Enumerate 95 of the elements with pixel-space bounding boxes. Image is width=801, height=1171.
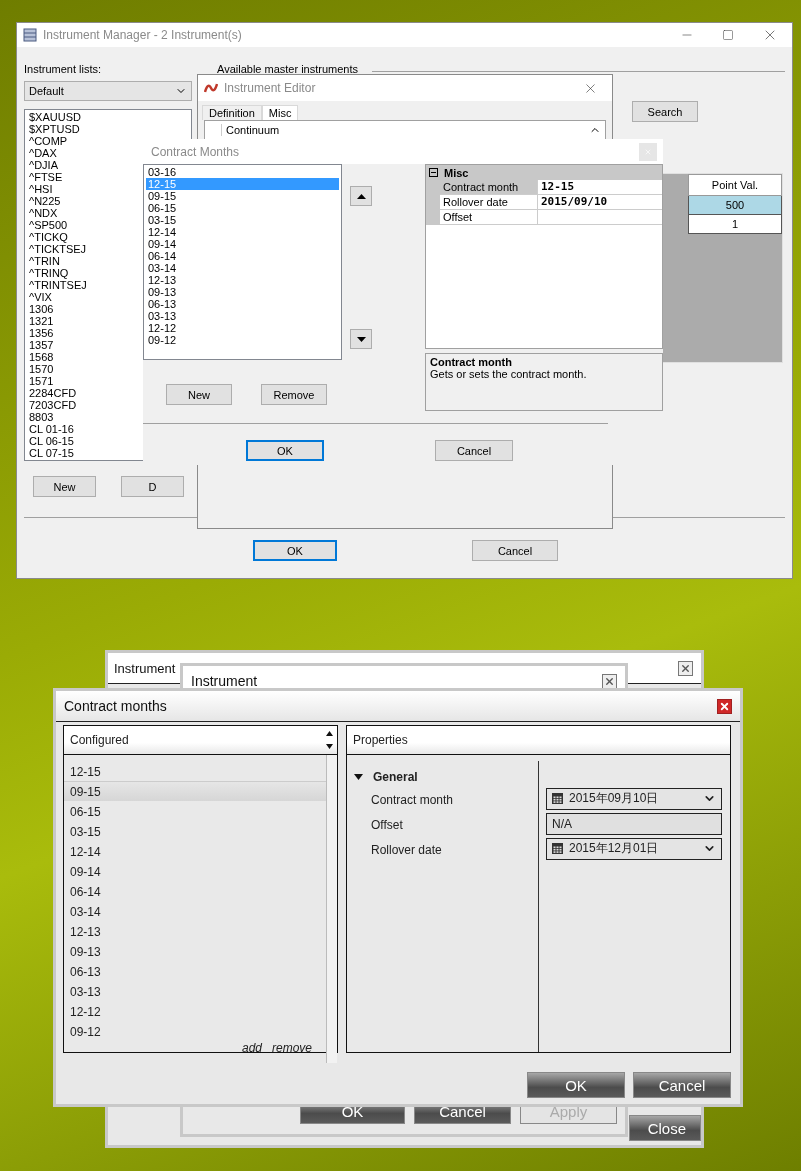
month-item[interactable]: 09-13 (64, 941, 326, 961)
close-icon (680, 662, 691, 674)
logo-icon (204, 82, 218, 94)
database-icon (23, 28, 37, 42)
expanded-caret-icon[interactable] (354, 774, 363, 780)
list-button[interactable]: New (166, 384, 232, 405)
instrument-item[interactable]: $XAUUSD (27, 111, 189, 123)
close-window-button[interactable]: Close (629, 1115, 701, 1141)
tab[interactable]: Misc (261, 105, 299, 120)
property-value[interactable]: 12-15 (537, 180, 662, 195)
month-item[interactable]: 03-13 (64, 981, 326, 1001)
month-item[interactable]: 12-15 (64, 761, 326, 781)
month-item[interactable]: 12-12 (64, 1001, 326, 1021)
close-button[interactable] (678, 660, 693, 676)
date-picker[interactable]: 2015年12月01日 (546, 837, 722, 860)
list-dropdown[interactable]: Default (24, 81, 192, 101)
month-item[interactable]: 03-14 (146, 262, 339, 274)
month-item[interactable]: 03-15 (146, 214, 339, 226)
move-down-button[interactable] (350, 329, 372, 349)
month-item[interactable]: 06-13 (146, 298, 339, 310)
calendar-icon (552, 843, 563, 854)
dialog-button[interactable]: OK (527, 1072, 625, 1098)
panel-title: Properties (353, 733, 408, 747)
property-name[interactable]: Contract month (440, 180, 537, 195)
list-button[interactable]: D (121, 476, 184, 497)
grid-row-label: Continuum (221, 124, 396, 136)
month-item[interactable]: 03-16 (146, 166, 339, 178)
property-name[interactable]: Rollover date (440, 195, 537, 210)
month-item[interactable]: 09-14 (64, 861, 326, 881)
window-title: Instrument (191, 673, 258, 689)
ok-button[interactable]: OK (253, 540, 337, 561)
tab[interactable]: Definition (202, 105, 262, 120)
close-button[interactable] (717, 698, 732, 714)
month-item[interactable]: 03-15 (64, 821, 326, 841)
maximize-icon[interactable] (722, 29, 734, 41)
month-item[interactable]: 09-15 (64, 781, 326, 801)
instrument-item[interactable]: $XPTUSD (27, 123, 189, 135)
scrollbar-track[interactable] (326, 755, 337, 1063)
month-item[interactable]: 12-13 (64, 921, 326, 941)
property-name: Offset (371, 817, 403, 832)
category-label: General (373, 770, 418, 784)
collapse-icon[interactable] (429, 168, 438, 177)
window-title: Instrument (114, 660, 176, 676)
month-item[interactable]: 06-15 (146, 202, 339, 214)
close-icon (719, 700, 730, 712)
panel-title: Configured (70, 733, 129, 747)
lists-label: Instrument lists: (24, 63, 103, 75)
move-up-button[interactable] (350, 186, 372, 206)
month-item[interactable]: 12-13 (146, 274, 339, 286)
property-name[interactable]: Offset (440, 210, 537, 225)
list-link[interactable]: remove (272, 1041, 312, 1055)
text-field[interactable]: N/A (546, 812, 722, 835)
calendar-icon (552, 793, 563, 804)
month-item[interactable]: 09-14 (146, 238, 339, 250)
month-item[interactable]: 06-13 (64, 961, 326, 981)
description-title: Contract month (430, 356, 513, 368)
month-item[interactable]: 12-12 (146, 322, 339, 334)
ok-button[interactable]: OK (246, 440, 324, 461)
date-picker[interactable]: 2015年09月10日 (546, 787, 722, 810)
month-item[interactable]: 09-15 (146, 190, 339, 202)
close-icon (604, 675, 615, 687)
list-link[interactable]: add (241, 1041, 262, 1055)
grid-cell[interactable]: 1 (688, 215, 782, 234)
grid-cell[interactable]: 500 (688, 196, 782, 215)
window-title: Instrument Editor (224, 81, 316, 95)
month-item[interactable]: 03-13 (146, 310, 339, 322)
month-item[interactable]: 12-14 (146, 226, 339, 238)
property-name: Contract month (371, 792, 454, 807)
window-title: Contract months (64, 698, 167, 714)
up-triangle-icon (356, 193, 366, 199)
group-label: Available master instruments (217, 63, 359, 75)
description-text: Gets or sets the contract month. (430, 368, 588, 380)
down-triangle-icon (356, 336, 366, 342)
category-label: Misc (444, 166, 469, 179)
month-item[interactable]: 03-14 (64, 901, 326, 921)
month-item[interactable]: 06-15 (64, 801, 326, 821)
cancel-button[interactable]: Cancel (472, 540, 558, 561)
month-item[interactable]: 09-13 (146, 286, 339, 298)
month-item[interactable]: 12-14 (64, 841, 326, 861)
window-title: Instrument Manager - 2 Instrument(s) (43, 28, 242, 42)
dialog-title: Contract Months (151, 144, 240, 159)
month-item[interactable]: 09-12 (64, 1021, 326, 1041)
dialog-button[interactable]: Cancel (633, 1072, 731, 1098)
close-button[interactable] (602, 673, 617, 689)
scroll-arrows-icon[interactable] (325, 729, 334, 751)
cancel-button[interactable]: Cancel (435, 440, 513, 461)
month-item[interactable]: 06-14 (64, 881, 326, 901)
column-header: Point Val. (688, 174, 782, 196)
month-item[interactable]: 09-12 (146, 334, 339, 346)
list-button[interactable]: New (33, 476, 96, 497)
search-button[interactable]: Search (632, 101, 698, 122)
property-value[interactable]: 2015/09/10 (537, 195, 662, 210)
month-item[interactable]: 06-14 (146, 250, 339, 262)
list-button[interactable]: Remove (261, 384, 327, 405)
property-name: Rollover date (371, 842, 442, 857)
